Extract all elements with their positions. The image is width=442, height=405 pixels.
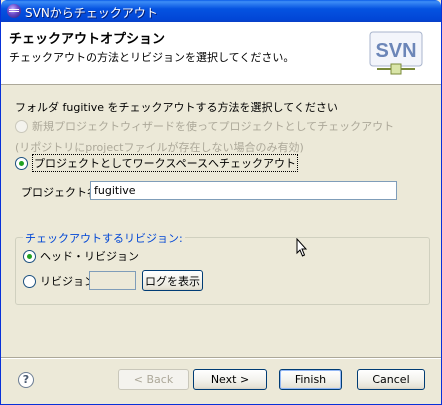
- next-button[interactable]: Next >: [193, 369, 267, 390]
- radio-revision[interactable]: リビジョン: [23, 273, 95, 289]
- title-bar[interactable]: SVNからチェックアウト: [1, 0, 441, 22]
- radio-workspace-project[interactable]: プロジェクトとしてワークスペースへチェックアウト: [15, 154, 299, 172]
- finish-button[interactable]: Finish: [279, 369, 342, 390]
- revision-input[interactable]: [89, 271, 136, 290]
- show-log-button[interactable]: ログを表示: [142, 270, 203, 291]
- page-title: チェックアウトオプション: [9, 32, 166, 47]
- checkout-method-prompt: フォルダ fugitive をチェックアウトする方法を選択してください: [15, 101, 338, 114]
- radio-new-project-wizard-label: 新規プロジェクトウィザードを使ってプロジェクトとしてチェックアウト: [32, 120, 395, 133]
- radio-head-revision-label: ヘッド・リビジョン: [40, 250, 139, 263]
- back-button[interactable]: < Back: [118, 369, 189, 390]
- svn-logo-text: SVN: [375, 40, 416, 62]
- svn-logo-icon: SVN: [369, 31, 423, 75]
- revision-group-legend: チェックアウトするリビジョン:: [23, 230, 185, 246]
- wizard-header: チェックアウトオプション チェックアウトの方法とリビジョンを選択してください。 …: [1, 22, 441, 85]
- cancel-button[interactable]: Cancel: [357, 369, 425, 390]
- eclipse-icon: [7, 4, 21, 18]
- project-name-input[interactable]: [90, 181, 397, 200]
- options-panel: フォルダ fugitive をチェックアウトする方法を選択してください 新規プロ…: [1, 86, 441, 356]
- mouse-pointer-icon: [296, 238, 308, 257]
- wizard-availability-note: (リポジトリにprojectファイルが存在しない場合のみ有効): [15, 141, 304, 154]
- page-description: チェックアウトの方法とリビジョンを選択してください。: [9, 51, 295, 64]
- radio-button[interactable]: [15, 119, 28, 133]
- help-icon[interactable]: ?: [18, 372, 34, 388]
- window-title: SVNからチェックアウト: [25, 6, 158, 20]
- radio-workspace-project-label: プロジェクトとしてワークスペースへチェックアウト: [32, 154, 299, 172]
- radio-button-selected[interactable]: [15, 156, 28, 170]
- footer-separator: [1, 357, 441, 359]
- checkout-dialog: SVNからチェックアウト チェックアウトオプション チェックアウトの方法とリビジ…: [0, 0, 442, 405]
- radio-head-revision[interactable]: ヘッド・リビジョン: [23, 248, 139, 264]
- radio-button[interactable]: [23, 274, 36, 288]
- radio-new-project-wizard[interactable]: 新規プロジェクトウィザードを使ってプロジェクトとしてチェックアウト: [15, 118, 394, 134]
- radio-revision-label: リビジョン: [40, 275, 95, 288]
- radio-button-selected[interactable]: [23, 249, 36, 263]
